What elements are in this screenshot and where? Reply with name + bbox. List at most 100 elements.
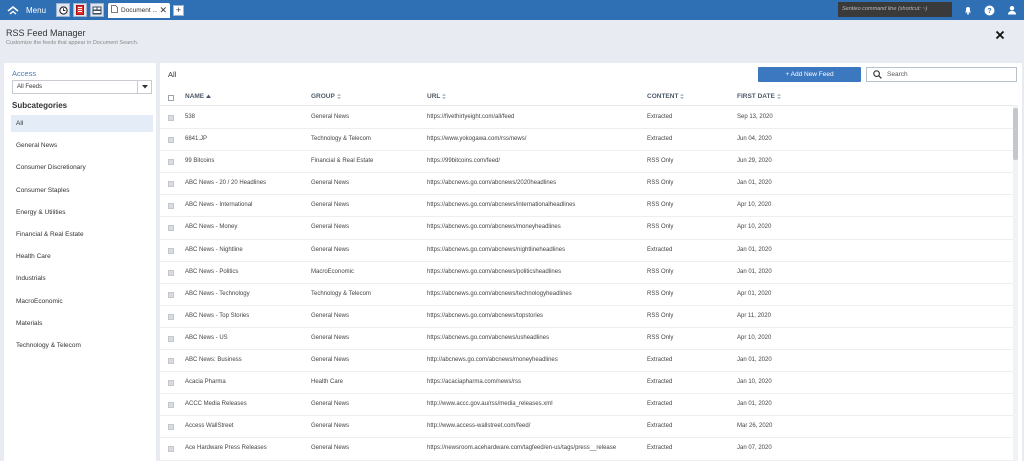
access-dropdown[interactable]: All Feeds [12, 80, 152, 94]
row-checkbox[interactable] [168, 335, 174, 342]
feed-url-cell: https://www.yokogawa.com/rss/news/ [427, 136, 527, 143]
column-header-first-date[interactable]: FIRST DATE [737, 93, 781, 100]
feed-first-date-cell: Jun 04, 2020 [737, 136, 772, 143]
sidebar-item-consumer-discretionary[interactable]: Consumer Discretionary [11, 159, 153, 176]
feed-table-panel: All + Add New Feed NAME GROUP URL CONTEN… [160, 63, 1022, 461]
add-tab-button[interactable]: + [173, 4, 185, 16]
row-checkbox[interactable] [168, 247, 174, 254]
row-checkbox[interactable] [168, 137, 174, 144]
user-icon[interactable] [1006, 4, 1018, 16]
feed-group-cell: General News [311, 180, 350, 187]
table-row[interactable]: 99 Bitcoins Financial & Real Estate https:… [160, 151, 1015, 174]
sidebar-item-materials[interactable]: Materials [11, 315, 153, 332]
table-row[interactable]: ABC News - Politics MacroEconomic https://… [160, 262, 1015, 284]
row-checkbox[interactable] [168, 269, 174, 276]
feed-url-cell: https://abcnews.go.com/abcnews/2020headl… [427, 180, 557, 187]
table-row[interactable]: ABC News - International General News http… [160, 195, 1015, 218]
row-checkbox[interactable] [168, 225, 174, 232]
row-checkbox[interactable] [168, 313, 174, 320]
table-row[interactable]: ABC News - Money General News https://abcn… [160, 217, 1015, 240]
chevron-down-icon[interactable] [137, 81, 151, 93]
close-tab-icon[interactable]: ✕ [159, 5, 167, 16]
bell-icon[interactable] [962, 4, 974, 16]
table-row[interactable]: Ace Hardware Press Releases General News h… [160, 438, 1015, 461]
sidebar-item-technology-telecom[interactable]: Technology & Telecom [11, 337, 153, 354]
search-box[interactable] [866, 67, 1017, 82]
search-input[interactable] [887, 69, 1007, 80]
feed-name-cell: ABC News - Politics [185, 268, 239, 275]
row-checkbox[interactable] [168, 291, 174, 298]
feed-group-cell: General News [311, 246, 350, 253]
table-row[interactable]: ABC News: Business General News http://abc… [160, 350, 1015, 373]
tab-document[interactable]: Document ... ✕ [108, 2, 171, 18]
document-red-icon[interactable] [73, 3, 88, 17]
feed-first-date-cell: Jan 07, 2020 [737, 445, 772, 452]
feed-url-cell: https://abcnews.go.com/abcnews/moneyhead… [427, 224, 561, 231]
feed-name-cell: Access WallStreet [185, 423, 234, 430]
row-checkbox[interactable] [168, 115, 174, 121]
table-row[interactable]: Access WallStreet General News http://www.… [160, 416, 1015, 439]
table-row[interactable]: ABC News - Technology Technology & Teleco… [160, 284, 1015, 306]
menu-label[interactable]: Menu [26, 6, 46, 15]
table-row[interactable]: ACCC Media Releases General News http://ww… [160, 394, 1015, 417]
feed-content-cell: Extracted [647, 445, 673, 452]
column-header-content-label: CONTENT [647, 93, 679, 100]
sidebar-item-energy-utilities[interactable]: Energy & Utilities [11, 204, 153, 221]
sidebar-item-consumer-staples[interactable]: Consumer Staples [11, 182, 153, 199]
feed-content-cell: RSS Only [647, 224, 674, 231]
feed-first-date-cell: Jan 10, 2020 [737, 379, 772, 386]
sort-ascending-icon [206, 94, 212, 99]
row-checkbox[interactable] [168, 358, 174, 365]
table-row[interactable]: Acacia Pharma Health Care https://acaciaph… [160, 372, 1015, 395]
subcategory-list: All General News Consumer Discretionary … [11, 115, 153, 359]
app-logo-icon[interactable] [6, 4, 20, 16]
scrollbar-thumb[interactable] [1013, 108, 1018, 160]
document-icon [111, 5, 118, 15]
sidebar-item-general-news[interactable]: General News [11, 137, 153, 154]
select-all-checkbox[interactable] [168, 95, 174, 101]
sidebar-item-industrials[interactable]: Industrials [11, 270, 153, 287]
column-header-group-label: GROUP [311, 93, 335, 100]
vertical-scrollbar[interactable] [1013, 105, 1018, 461]
feed-url-cell: https://newsroom.acehardware.com/tagfeed… [427, 445, 617, 452]
close-icon[interactable] [995, 30, 1007, 42]
command-line-input[interactable]: Sentieo command line (shortcut: ~) [838, 2, 952, 17]
table-row[interactable]: 538 General News https://fivethirtyeight.c… [160, 107, 1015, 130]
row-checkbox[interactable] [168, 424, 174, 431]
table-row[interactable]: ABC News - 20 / 20 Headlines General News… [160, 173, 1015, 196]
table-row[interactable]: ABC News - US General News https://abcnews… [160, 328, 1015, 351]
sidebar-item-macroeconomic[interactable]: MacroEconomic [11, 293, 153, 310]
row-checkbox[interactable] [168, 446, 174, 453]
column-header-name[interactable]: NAME [185, 93, 212, 100]
feed-first-date-cell: Apr 01, 2020 [737, 290, 772, 297]
feed-name-cell: ABC News - 20 / 20 Headlines [185, 180, 267, 187]
feed-first-date-cell: Apr 11, 2020 [737, 312, 771, 319]
grid-view-icon[interactable] [90, 3, 105, 17]
table-row[interactable]: ABC News - Top Stories General News https:… [160, 306, 1015, 328]
feed-name-cell: 538 [185, 114, 196, 120]
feed-url-cell: https://fivethirtyeight.com/all/feed [427, 114, 515, 120]
clock-icon[interactable] [56, 3, 71, 17]
column-header-content[interactable]: CONTENT [647, 93, 685, 100]
row-checkbox[interactable] [168, 402, 174, 409]
feed-content-cell: Extracted [647, 401, 673, 408]
column-header-url[interactable]: URL [427, 93, 447, 100]
row-checkbox[interactable] [168, 181, 174, 188]
svg-text:?: ? [987, 8, 991, 15]
sidebar-item-all[interactable]: All [11, 115, 153, 132]
table-row[interactable]: 6841.JP Technology & Telecom https://www.y… [160, 129, 1015, 152]
feed-content-cell: RSS Only [647, 312, 674, 319]
feed-group-cell: General News [311, 334, 350, 341]
row-checkbox[interactable] [168, 203, 174, 210]
sidebar-item-health-care[interactable]: Health Care [11, 248, 153, 265]
row-checkbox[interactable] [168, 380, 174, 387]
column-header-group[interactable]: GROUP [311, 93, 341, 100]
table-row[interactable]: ABC News - Nightline General News https://… [160, 240, 1015, 262]
feed-first-date-cell: Jan 01, 2020 [737, 180, 772, 187]
feed-content-cell: Extracted [647, 246, 673, 253]
help-icon[interactable]: ? [983, 4, 995, 16]
row-checkbox[interactable] [168, 159, 174, 166]
add-new-feed-button[interactable]: + Add New Feed [758, 67, 861, 82]
feed-url-cell: http://www.accc.gov.au/rss/media_release… [427, 401, 553, 408]
sidebar-item-financial-real-estate[interactable]: Financial & Real Estate [11, 226, 153, 243]
